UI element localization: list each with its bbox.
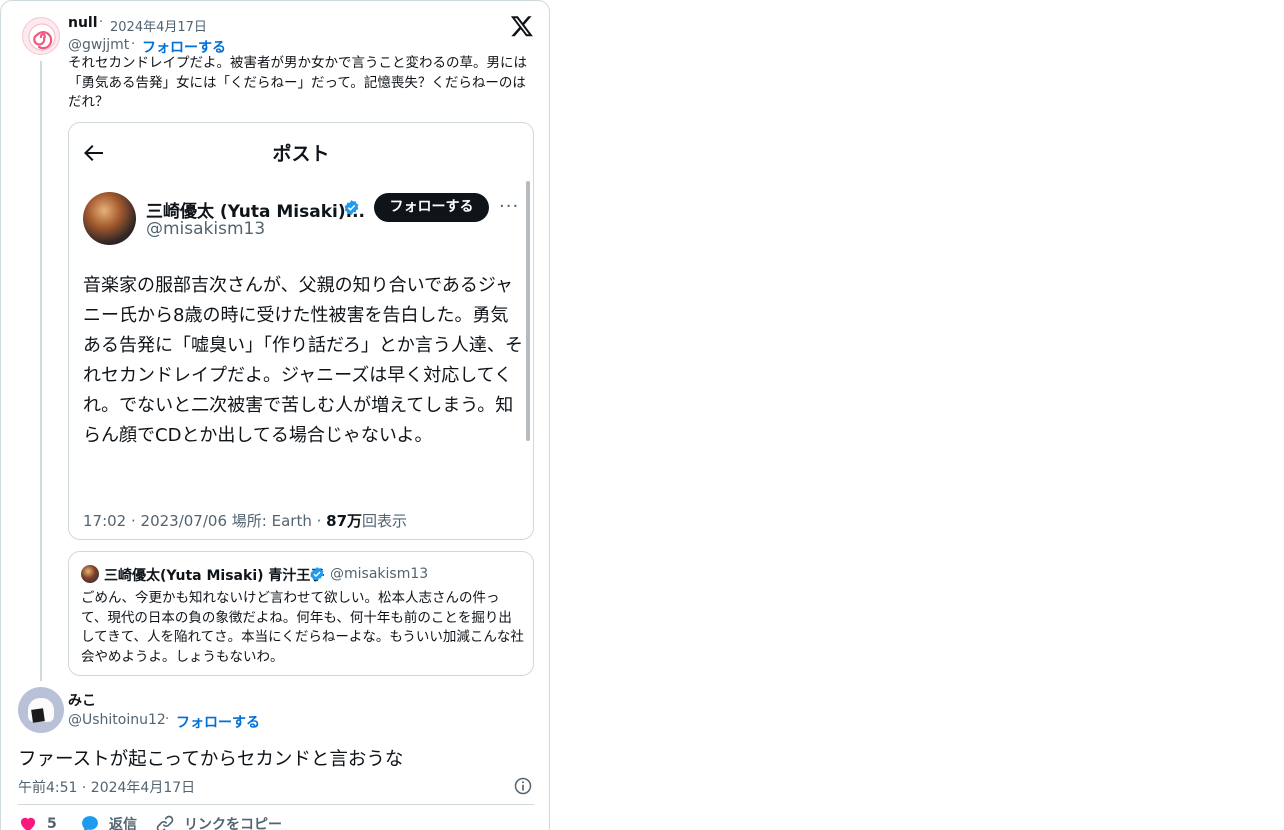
reply-button[interactable]: 返信: [80, 814, 137, 830]
quoted-author-name: 三崎優太(Yuta Misaki) 青汁王子: [104, 568, 325, 584]
parent-avatar[interactable]: [22, 17, 60, 55]
embed-follow-button: フォローする: [374, 193, 489, 222]
copy-link-label: リンクをコピー: [184, 817, 282, 830]
reply-bubble-icon: [82, 816, 98, 830]
heart-icon: [20, 817, 36, 830]
quoted-author-handle: @misakism13: [330, 566, 429, 582]
embed-tweet-body: 音楽家の服部吉次さんが、父親の知り合いであるジャニー氏から8歳の時に受けた性被害…: [83, 275, 523, 446]
embed-tweet-meta: 17:02 · 2023/07/06 場所: Earth · 87万回表示: [83, 510, 407, 531]
parent-tweet-text: それセカンドレイプだよ。被害者が男か女かで言うこと変わるの草。男には「勇気ある告…: [68, 55, 527, 110]
attached-image[interactable]: ポスト 三崎優太 (Yuta Misaki)... フォローする ··· @mi…: [68, 122, 534, 540]
separator-dot: ·: [165, 712, 170, 727]
divider: [18, 804, 534, 805]
link-icon: [156, 815, 174, 830]
embed-meta-location: 場所: Earth ·: [231, 512, 327, 530]
embed-views-count: 87万: [326, 512, 363, 530]
parent-date[interactable]: 2024年4月17日: [110, 16, 207, 35]
quoted-tweet[interactable]: 三崎優太(Yuta Misaki) 青汁王子 @misakism13 ごめん、今…: [68, 551, 534, 676]
thread-line: [40, 61, 42, 681]
embed-scrollbar: [526, 181, 530, 441]
reply-timestamp[interactable]: 午前4:51 · 2024年4月17日: [18, 777, 195, 797]
reply-follow-link[interactable]: フォローする: [176, 712, 260, 732]
like-count: 5: [47, 816, 57, 830]
tweet-embed-card: null · 2024年4月17日 @gwjjmt · フォローする それセカン…: [0, 0, 550, 830]
reply-avatar[interactable]: [18, 687, 64, 733]
quoted-author-avatar: [81, 565, 99, 583]
narutomaki-icon: [28, 23, 56, 51]
reply-label: 返信: [109, 817, 137, 830]
like-button[interactable]: 5: [18, 814, 57, 830]
embed-author-avatar: [83, 192, 136, 245]
reply-display-name[interactable]: みこ: [68, 690, 96, 710]
parent-display-name[interactable]: null: [68, 15, 98, 31]
reply-tweet-text: ファーストが起こってからセカンドと言おうな: [18, 749, 404, 770]
action-bar: 5 返信 リンクをコピー: [18, 814, 538, 830]
verified-badge-icon: [344, 200, 359, 215]
verified-badge-icon: [310, 567, 324, 581]
embed-meta-time: 17:02 · 2023/07/06: [83, 512, 227, 530]
separator-dot: ·: [131, 37, 136, 52]
nori-shape: [31, 708, 45, 723]
parent-handle[interactable]: @gwjjmt: [68, 37, 129, 53]
reply-handle[interactable]: @Ushitoinu12: [68, 712, 166, 728]
copy-link-button[interactable]: リンクをコピー: [155, 814, 282, 830]
quoted-tweet-text: ごめん、今更かも知れないけど言わせて欲しい。松本人志さんの件って、現代の日本の負…: [81, 590, 524, 665]
more-options-icon: ···: [499, 196, 520, 217]
separator-dot: ·: [99, 15, 104, 30]
embed-views-label: 回表示: [362, 512, 408, 530]
embed-header-title: ポスト: [272, 143, 330, 165]
x-logo-icon[interactable]: [510, 14, 534, 38]
info-icon[interactable]: [513, 776, 533, 796]
embed-author-handle: @misakism13: [146, 219, 266, 239]
